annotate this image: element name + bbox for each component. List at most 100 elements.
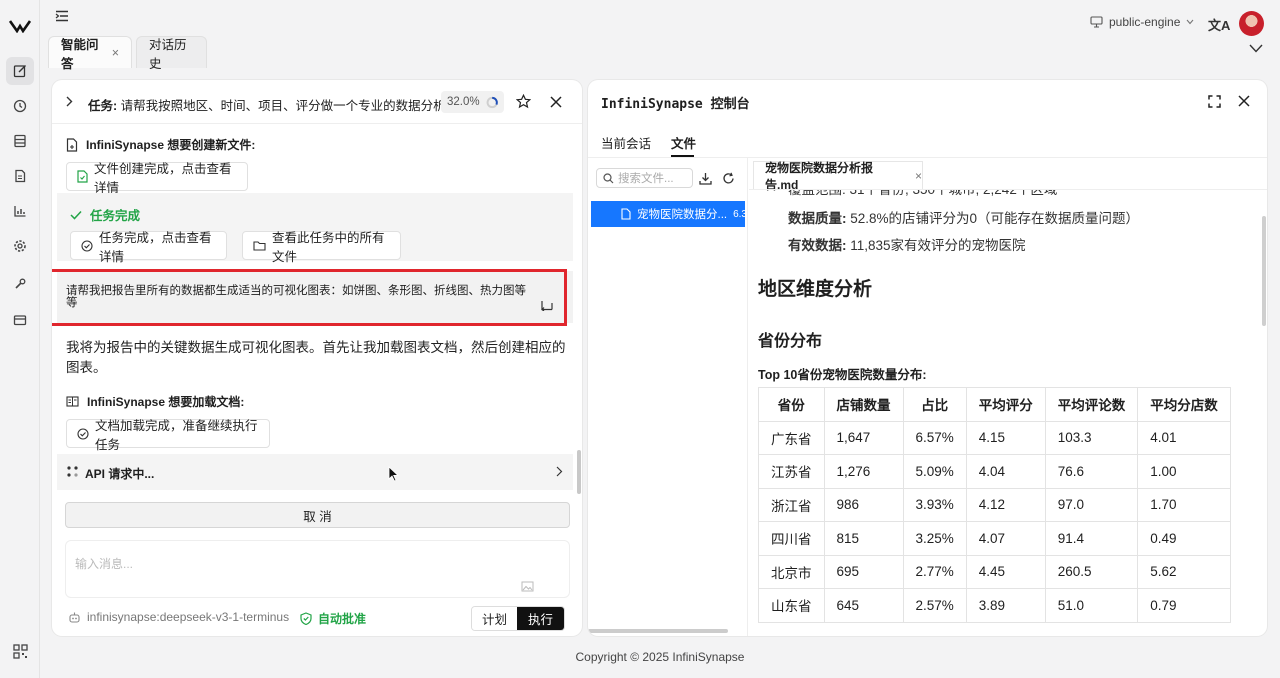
load-doc-heading: InfiniSynapse 想要加载文档: <box>66 393 244 410</box>
table-cell: 4.12 <box>965 487 1046 522</box>
file-tree-scrollbar[interactable] <box>588 629 728 633</box>
table-cell: 北京市 <box>758 554 825 589</box>
doc-loaded-label: 文档加载完成，准备继续执行任务 <box>95 418 258 452</box>
progress-badge: 32.0% <box>441 91 504 113</box>
table-cell: 1.00 <box>1137 454 1231 489</box>
model-selector[interactable]: infinisynapse:deepseek-v3-1-terminus <box>68 610 289 624</box>
tab-smart-qa[interactable]: 智能问答 × <box>48 36 132 71</box>
refresh-icon[interactable] <box>722 172 735 185</box>
menu-toggle-icon[interactable] <box>55 10 69 22</box>
download-icon[interactable] <box>699 172 712 185</box>
doc-heading-region: 地区维度分析 <box>758 279 873 300</box>
billing-icon[interactable] <box>6 306 34 334</box>
file-created-label: 文件创建完成，点击查看详情 <box>94 161 232 195</box>
cancel-button[interactable]: 取 消 <box>65 502 570 528</box>
file-created-button[interactable]: 文件创建完成，点击查看详情 <box>66 162 248 195</box>
table-cell: 6.57% <box>902 420 967 455</box>
table-cell: 260.5 <box>1044 554 1139 589</box>
table-cell: 1,647 <box>823 420 904 455</box>
task-detail-label: 任务完成，点击查看详情 <box>99 230 212 264</box>
close-icon[interactable]: × <box>915 169 922 183</box>
chevron-right-icon <box>556 466 563 477</box>
document-scrollbar[interactable] <box>1262 216 1266 326</box>
mode-execute-button[interactable]: 执行 <box>517 607 564 630</box>
console-title: InfiniSynapse 控制台 <box>601 97 750 112</box>
table-cell: 51.0 <box>1044 588 1139 623</box>
chat-scrollbar[interactable] <box>577 450 581 494</box>
table-row: 四川省 815 3.25% 4.07 91.4 0.49 <box>758 521 1231 556</box>
table-cell: 广东省 <box>758 420 825 455</box>
doc-quality-text: 52.8%的店铺评分为0（可能存在数据质量问题） <box>850 211 1140 226</box>
file-icon <box>621 208 631 220</box>
auto-approve-toggle[interactable]: 自动批准 <box>300 610 366 627</box>
file-item-report[interactable]: 宠物医院数据分... 6.36 <box>591 201 745 227</box>
cancel-label: 取 消 <box>303 509 332 524</box>
table-cell: 695 <box>823 554 904 589</box>
close-icon[interactable]: × <box>112 46 119 60</box>
api-request-row[interactable]: API 请求中... <box>57 454 573 490</box>
chat-panel: 任务: 请帮我按照地区、时间、项目、评分做一个专业的数据分析... 32.0% … <box>52 80 582 636</box>
tab-current-session[interactable]: 当前会话 <box>601 133 651 152</box>
api-status-label: API 请求中... <box>85 467 155 481</box>
translate-icon[interactable]: 文A <box>1208 15 1230 34</box>
document-tab-divider <box>749 189 1267 190</box>
tools-icon[interactable] <box>6 270 34 298</box>
doc-loaded-button[interactable]: 文档加载完成，准备继续执行任务 <box>66 419 270 452</box>
fullscreen-icon[interactable] <box>1208 95 1221 108</box>
edit-icon[interactable] <box>6 57 34 85</box>
tab-chat-history[interactable]: 对话历史 <box>136 36 207 71</box>
table-cell: 浙江省 <box>758 487 825 522</box>
collapse-chevron-icon[interactable] <box>1249 44 1263 53</box>
doc-valid-text: 11,835家有效评分的宠物医院 <box>850 238 1026 253</box>
console-panel: InfiniSynapse 控制台 当前会话 文件 搜索文件... 宠物医院数据… <box>588 80 1267 636</box>
table-cell: 1,276 <box>823 454 904 489</box>
avatar[interactable] <box>1239 11 1264 36</box>
view-all-files-label: 查看此任务中的所有文件 <box>272 230 385 264</box>
doc-heading-province: 省份分布 <box>758 333 823 350</box>
task-detail-button[interactable]: 任务完成，点击查看详情 <box>70 231 227 264</box>
table-cell: 2.57% <box>902 588 967 623</box>
folder-icon <box>253 240 266 251</box>
table-cell: 1.70 <box>1137 487 1231 522</box>
mouse-cursor-icon <box>388 466 399 482</box>
settings-icon[interactable] <box>6 232 34 260</box>
table-cell: 986 <box>823 487 904 522</box>
task-title: 请帮我按照地区、时间、项目、评分做一个专业的数据分析... <box>120 99 457 113</box>
message-input[interactable]: 输入消息... <box>65 540 570 598</box>
history-icon[interactable] <box>6 92 34 120</box>
file-item-size: 6.36 <box>733 208 745 220</box>
table-cell: 2.77% <box>902 554 967 589</box>
image-icon[interactable] <box>521 581 534 592</box>
create-file-heading: InfiniSynapse 想要创建新文件: <box>66 136 255 153</box>
file-check-icon <box>77 170 88 183</box>
document-tab[interactable]: 宠物医院数据分析报告.md × <box>753 161 923 192</box>
database-icon[interactable] <box>6 127 34 155</box>
engine-selector[interactable]: public-engine <box>1090 15 1194 29</box>
table-header-cell: 平均评论数 <box>1044 387 1139 422</box>
table-cell: 4.07 <box>965 521 1046 556</box>
table-row: 浙江省 986 3.93% 4.12 97.0 1.70 <box>758 487 1231 522</box>
close-task-icon[interactable] <box>550 96 562 108</box>
search-placeholder: 搜索文件... <box>618 173 674 185</box>
mode-plan-button[interactable]: 计划 <box>472 607 518 630</box>
close-console-icon[interactable] <box>1238 95 1250 107</box>
highlight-box <box>52 269 567 326</box>
table-cell: 5.62 <box>1137 554 1231 589</box>
view-all-files-button[interactable]: 查看此任务中的所有文件 <box>242 231 401 264</box>
table-cell: 3.25% <box>902 521 967 556</box>
table-cell: 815 <box>823 521 904 556</box>
star-icon[interactable] <box>516 94 531 109</box>
table-cell: 91.4 <box>1044 521 1139 556</box>
shield-check-icon <box>300 612 312 625</box>
file-search-input[interactable]: 搜索文件... <box>596 168 693 188</box>
document-icon[interactable] <box>6 162 34 190</box>
model-name: infinisynapse:deepseek-v3-1-terminus <box>87 610 290 624</box>
task-complete-label: 任务完成 <box>90 209 141 223</box>
chart-icon[interactable] <box>6 197 34 225</box>
mode-switch: 计划 执行 <box>471 606 565 631</box>
chevron-right-icon[interactable] <box>66 96 73 107</box>
create-file-title: InfiniSynapse 想要创建新文件: <box>86 138 256 152</box>
tab-files[interactable]: 文件 <box>671 133 696 152</box>
input-placeholder: 输入消息... <box>75 557 134 571</box>
doc-quality: 数据质量: 52.8%的店铺评分为0（可能存在数据质量问题） <box>788 207 1139 227</box>
